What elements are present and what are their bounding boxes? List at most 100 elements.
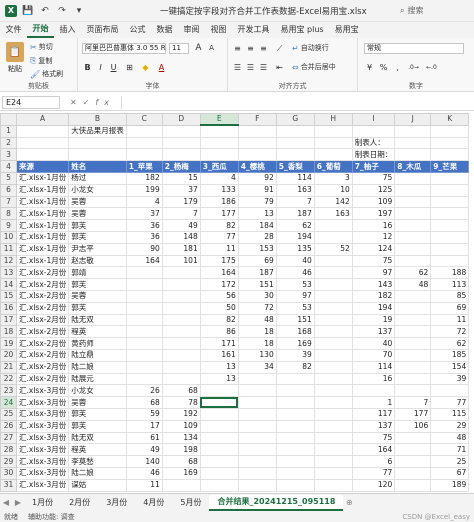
cell[interactable] — [430, 230, 470, 244]
cell[interactable]: 汇.xlsx-2月份 — [15, 289, 70, 303]
ribbon-tab[interactable]: 开始 — [27, 22, 54, 38]
ribbon-tab[interactable]: 易用宝 plus — [275, 22, 329, 38]
cell[interactable]: 50 — [199, 301, 239, 315]
cell[interactable]: 6 — [351, 455, 396, 468]
wrap-text-button[interactable]: ↵ 自动换行 — [292, 43, 329, 53]
cell[interactable]: 37 — [161, 183, 201, 197]
cell[interactable]: 赵志敬 — [68, 254, 127, 268]
cell[interactable] — [394, 183, 432, 197]
cell[interactable]: 137 — [351, 325, 396, 339]
cell[interactable]: 181 — [161, 242, 201, 256]
cell[interactable]: 陆展元 — [68, 372, 127, 386]
cell[interactable]: 92 — [237, 171, 277, 185]
cell[interactable]: 134 — [161, 431, 201, 445]
row-header[interactable]: 13 — [0, 266, 17, 280]
cell[interactable]: 189 — [430, 478, 470, 492]
cell[interactable] — [199, 407, 239, 421]
cell[interactable] — [161, 372, 201, 386]
cell[interactable]: 187 — [237, 266, 277, 280]
cell[interactable]: 汇.xlsx-3月份 — [15, 443, 70, 457]
cell[interactable]: 177 — [394, 407, 432, 421]
name-box[interactable]: E24 — [2, 96, 60, 109]
cell[interactable]: 82 — [275, 360, 315, 374]
cell[interactable] — [15, 136, 70, 150]
cell[interactable] — [199, 478, 239, 492]
cell[interactable]: 汇.xlsx-2月份 — [15, 266, 70, 280]
cell[interactable] — [313, 266, 353, 280]
cell[interactable]: 制表日期： — [351, 148, 396, 162]
ribbon-tab[interactable]: 文件 — [0, 22, 27, 38]
confirm-icon[interactable]: ✓ — [83, 98, 96, 107]
column-header[interactable]: H — [313, 113, 353, 126]
cell[interactable] — [68, 148, 127, 162]
cell[interactable]: 汇.xlsx-3月份 — [15, 419, 70, 433]
bold-button[interactable]: B — [82, 62, 93, 73]
cell[interactable]: 67 — [430, 466, 470, 480]
cell[interactable] — [161, 337, 201, 350]
cell[interactable] — [394, 431, 432, 445]
cell[interactable]: 135 — [275, 242, 315, 256]
cell[interactable] — [199, 136, 239, 150]
cell[interactable]: 48 — [394, 278, 432, 291]
cell[interactable]: 49 — [125, 443, 163, 457]
cell[interactable]: 18 — [237, 337, 277, 350]
cell[interactable] — [275, 372, 315, 386]
cell[interactable] — [125, 266, 163, 280]
cell[interactable] — [313, 443, 353, 457]
row-header[interactable]: 6 — [0, 183, 17, 197]
column-header[interactable]: C — [125, 113, 163, 126]
cell[interactable]: 29 — [430, 419, 470, 433]
cell[interactable] — [199, 124, 239, 138]
row-header[interactable]: 23 — [0, 384, 17, 398]
cell[interactable]: 来源 — [15, 160, 70, 173]
cell[interactable]: 19 — [351, 313, 396, 327]
cell[interactable]: 82 — [199, 219, 239, 232]
cell[interactable]: 53 — [275, 278, 315, 291]
column-header[interactable]: J — [394, 113, 432, 126]
cell[interactable]: 17 — [125, 419, 163, 433]
align-top-icon[interactable]: ≡ — [232, 43, 243, 54]
cell[interactable] — [313, 136, 353, 150]
cell[interactable] — [313, 124, 353, 138]
cell[interactable]: 169 — [161, 466, 201, 480]
cell[interactable]: 163 — [313, 207, 353, 221]
cell[interactable] — [275, 136, 315, 150]
row-header[interactable]: 15 — [0, 289, 17, 303]
cell[interactable]: 164 — [199, 266, 239, 280]
cell[interactable] — [199, 148, 239, 162]
cell[interactable]: 13 — [237, 207, 277, 221]
cell[interactable]: 77 — [430, 396, 470, 409]
cell[interactable]: 6_葡萄 — [313, 160, 353, 173]
cell[interactable]: 小龙女 — [68, 183, 127, 197]
cell[interactable]: 陆二娘 — [68, 360, 127, 374]
cancel-icon[interactable]: ✕ — [70, 98, 83, 107]
cell[interactable]: 汇.xlsx-3月份 — [15, 384, 70, 398]
cell[interactable] — [394, 207, 432, 221]
cell[interactable]: 吴蓉 — [68, 289, 127, 303]
cell[interactable]: 吴蓉 — [68, 195, 127, 209]
cell[interactable] — [430, 207, 470, 221]
cell[interactable] — [394, 219, 432, 232]
cell[interactable]: 154 — [430, 360, 470, 374]
cell[interactable]: 26 — [125, 384, 163, 398]
cell[interactable]: 148 — [161, 230, 201, 244]
row-header[interactable]: 26 — [0, 419, 17, 433]
cell[interactable] — [313, 148, 353, 162]
cell[interactable]: 194 — [275, 230, 315, 244]
cell[interactable]: 48 — [237, 313, 277, 327]
row-header[interactable]: 31 — [0, 478, 17, 492]
add-sheet-icon[interactable]: ⊕ — [343, 498, 355, 507]
grow-font-button[interactable]: A — [193, 43, 204, 54]
row-header[interactable]: 3 — [0, 148, 17, 162]
cell[interactable] — [161, 360, 201, 374]
cell[interactable]: 汇.xlsx-3月份 — [15, 466, 70, 480]
cell[interactable]: 姓名 — [68, 160, 127, 173]
column-header[interactable]: G — [275, 113, 315, 126]
cell[interactable]: 79 — [237, 195, 277, 209]
cell[interactable]: 汇.xlsx-1月份 — [15, 230, 70, 244]
cell[interactable]: 49 — [161, 219, 201, 232]
cell[interactable]: 198 — [161, 443, 201, 457]
cell[interactable]: 郭芙 — [68, 419, 127, 433]
cell[interactable]: 62 — [394, 266, 432, 280]
cell[interactable]: 46 — [125, 466, 163, 480]
